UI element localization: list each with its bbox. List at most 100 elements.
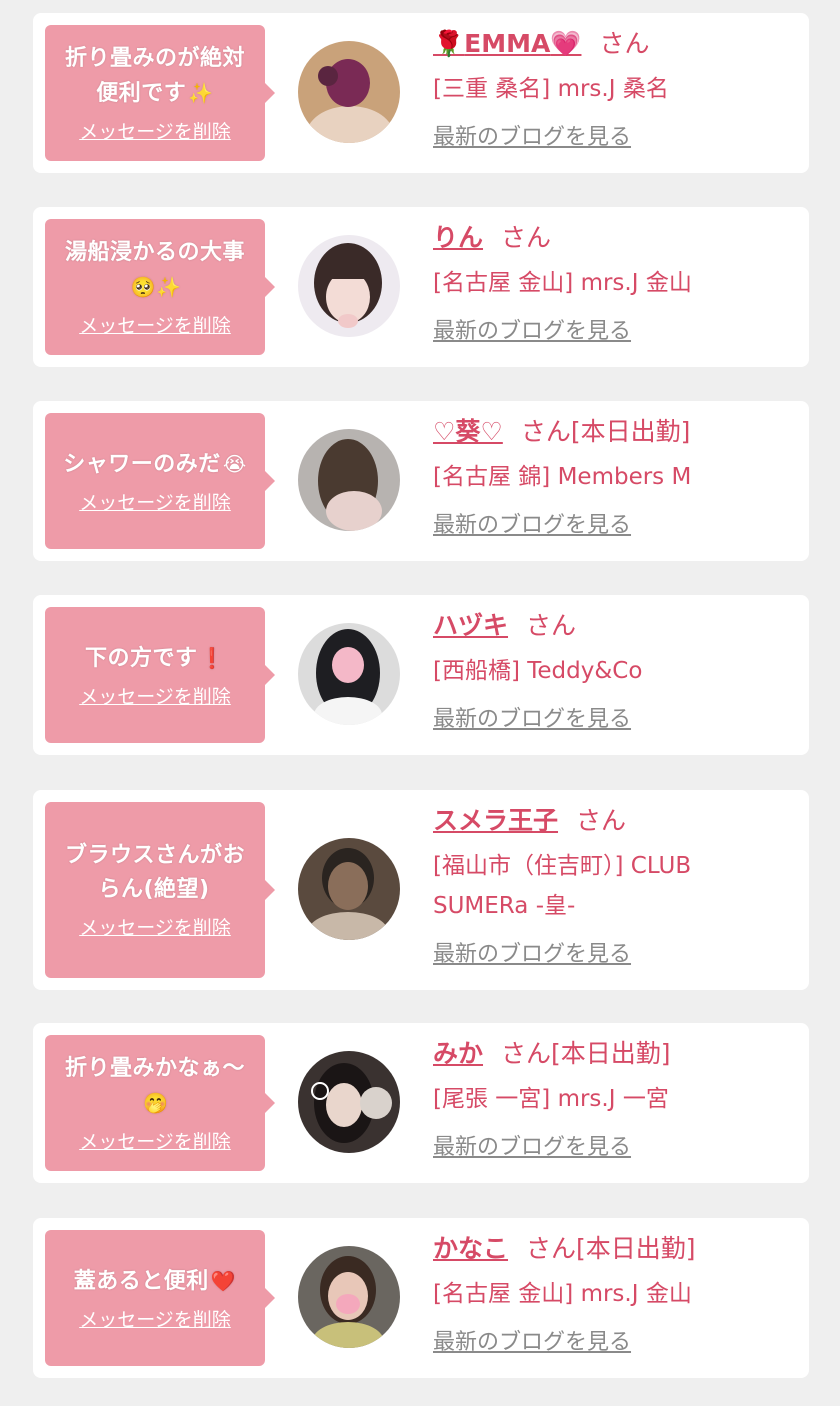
- latest-blog-link[interactable]: 最新のブログを見る: [433, 125, 631, 150]
- rose-emoji-icon: 🌹: [433, 29, 465, 58]
- message-bubble: ブラウスさんがおらん(絶望) メッセージを削除: [45, 802, 275, 978]
- shop-name: [名古屋 金山] mrs.J 金山: [433, 1281, 692, 1307]
- message-body: シャワーのみだ: [63, 451, 221, 477]
- avatar[interactable]: [298, 41, 400, 143]
- shop-name: [三重 桑名] mrs.J 桑名: [433, 76, 669, 102]
- avatar[interactable]: [298, 429, 400, 531]
- cast-card: ブラウスさんがおらん(絶望) メッセージを削除 スメラ王子 さん [福山市（住吉町…: [33, 790, 809, 990]
- honorific: さん: [501, 1039, 552, 1068]
- name-line: りん さん: [433, 221, 793, 255]
- cast-info: ハヅキ さん [西船橋] Teddy&Co 最新のブログを見る: [433, 609, 793, 735]
- cast-info: かなこ さん[本日出勤] [名古屋 金山] mrs.J 金山 最新のブログを見る: [433, 1232, 793, 1358]
- cast-name-link[interactable]: みか: [433, 1039, 483, 1068]
- attendance-status: [本日出勤]: [551, 1039, 671, 1068]
- cast-name-link[interactable]: スメラ王子: [433, 806, 558, 835]
- message-body: ブラウスさんがおらん(絶望): [64, 843, 245, 902]
- heart-emoji-icon: 💗: [550, 29, 582, 58]
- message-body: 湯船浸かるの大事: [64, 239, 245, 265]
- avatar[interactable]: [298, 838, 400, 940]
- shop-name: [名古屋 錦] Members M: [433, 464, 692, 490]
- delete-message-link[interactable]: メッセージを削除: [79, 490, 231, 516]
- cast-name-link[interactable]: りん: [433, 223, 483, 252]
- cast-info: みか さん[本日出勤] [尾張 一宮] mrs.J 一宮 最新のブログを見る: [433, 1037, 793, 1163]
- delete-message-link[interactable]: メッセージを削除: [79, 313, 231, 339]
- cast-name-link[interactable]: かなこ: [433, 1234, 508, 1263]
- honorific: さん: [520, 417, 571, 446]
- latest-blog-link[interactable]: 最新のブログを見る: [433, 319, 631, 344]
- message-bubble: 折り畳みかなぁ〜 🤭 メッセージを削除: [45, 1035, 275, 1171]
- message-bubble: 湯船浸かるの大事 🥺✨ メッセージを削除: [45, 219, 275, 355]
- honorific: さん: [501, 223, 552, 252]
- cast-name-link[interactable]: 🌹EMMA💗: [433, 29, 581, 58]
- honorific: さん: [599, 29, 650, 58]
- delete-message-link[interactable]: メッセージを削除: [79, 1129, 231, 1155]
- exclamation-emoji-icon: ❗: [199, 645, 225, 670]
- message-text: 湯船浸かるの大事 🥺✨: [55, 236, 255, 305]
- cast-name-link[interactable]: ♡葵♡: [433, 417, 503, 446]
- message-body: 蓋あると便利: [73, 1268, 209, 1294]
- avatar-image: [298, 235, 400, 337]
- crying-face-emoji-icon: 😭: [222, 451, 247, 476]
- message-body: 折り畳みかなぁ〜: [64, 1055, 245, 1081]
- cast-name-link[interactable]: ハヅキ: [433, 611, 508, 640]
- cast-card: 湯船浸かるの大事 🥺✨ メッセージを削除 りん さん [名古屋 金山] mrs.J …: [33, 207, 809, 367]
- message-text: 折り畳みのが絶対便利です ✨: [57, 42, 253, 111]
- message-bubble: 折り畳みのが絶対便利です ✨ メッセージを削除: [45, 25, 275, 161]
- avatar-image: [298, 1051, 400, 1153]
- message-body: 下の方です: [85, 645, 198, 671]
- latest-blog-link[interactable]: 最新のブログを見る: [433, 707, 631, 732]
- cast-info: 🌹EMMA💗 さん [三重 桑名] mrs.J 桑名 最新のブログを見る: [433, 27, 793, 153]
- name-line: スメラ王子 さん: [433, 804, 793, 838]
- delete-message-link[interactable]: メッセージを削除: [79, 915, 231, 941]
- cast-card: 折り畳みかなぁ〜 🤭 メッセージを削除 みか さん[本日出勤] [尾張 一宮] mr…: [33, 1023, 809, 1183]
- message-text: 下の方です ❗: [55, 641, 255, 676]
- cast-info: ♡葵♡ さん[本日出勤] [名古屋 錦] Members M 最新のブログを見る: [433, 415, 793, 541]
- latest-blog-link[interactable]: 最新のブログを見る: [433, 513, 631, 538]
- shop-name: [尾張 一宮] mrs.J 一宮: [433, 1086, 669, 1112]
- message-text: ブラウスさんがおらん(絶望): [55, 839, 255, 907]
- cast-card: シャワーのみだ 😭 メッセージを削除 ♡葵♡ さん[本日出勤] [名古屋 錦] Me…: [33, 401, 809, 561]
- avatar-image: [298, 623, 400, 725]
- message-text: 蓋あると便利 ❤️: [55, 1264, 255, 1299]
- avatar-image: [298, 1246, 400, 1348]
- delete-message-link[interactable]: メッセージを削除: [79, 684, 231, 710]
- delete-message-link[interactable]: メッセージを削除: [79, 119, 231, 145]
- delete-message-link[interactable]: メッセージを削除: [79, 1307, 231, 1333]
- message-body: 折り畳みのが絶対便利です: [64, 45, 245, 106]
- message-text: シャワーのみだ 😭: [50, 447, 260, 482]
- name-line: ♡葵♡ さん[本日出勤]: [433, 415, 793, 449]
- name-line: ハヅキ さん: [433, 609, 793, 643]
- avatar[interactable]: [298, 1051, 400, 1153]
- cast-card: 折り畳みのが絶対便利です ✨ メッセージを削除 🌹EMMA💗 さん [三重 桑名] …: [33, 13, 809, 173]
- message-text: 折り畳みかなぁ〜 🤭: [53, 1052, 258, 1121]
- heart-emoji-icon: ❤️: [210, 1268, 237, 1293]
- latest-blog-link[interactable]: 最新のブログを見る: [433, 1330, 631, 1355]
- pleading-face-emoji-icon: 🥺✨: [130, 274, 182, 299]
- shop-name: [名古屋 金山] mrs.J 金山: [433, 270, 692, 296]
- name-line: かなこ さん[本日出勤]: [433, 1232, 793, 1266]
- cast-card: 下の方です ❗ メッセージを削除 ハヅキ さん [西船橋] Teddy&Co 最新の…: [33, 595, 809, 755]
- latest-blog-link[interactable]: 最新のブログを見る: [433, 942, 631, 967]
- hand-over-mouth-emoji-icon: 🤭: [143, 1090, 169, 1115]
- cast-card: 蓋あると便利 ❤️ メッセージを削除 かなこ さん[本日出勤] [名古屋 金山] m…: [33, 1218, 809, 1378]
- name-line: 🌹EMMA💗 さん: [433, 27, 793, 61]
- avatar-image: [298, 41, 400, 143]
- name-line: みか さん[本日出勤]: [433, 1037, 793, 1071]
- message-bubble: 下の方です ❗ メッセージを削除: [45, 607, 275, 743]
- cast-info: りん さん [名古屋 金山] mrs.J 金山 最新のブログを見る: [433, 221, 793, 347]
- avatar[interactable]: [298, 1246, 400, 1348]
- attendance-status: [本日出勤]: [570, 417, 691, 446]
- shop-name: [西船橋] Teddy&Co: [433, 658, 643, 684]
- avatar[interactable]: [298, 623, 400, 725]
- cast-name: EMMA: [464, 29, 551, 58]
- message-bubble: シャワーのみだ 😭 メッセージを削除: [45, 413, 275, 549]
- honorific: さん: [576, 806, 627, 835]
- latest-blog-link[interactable]: 最新のブログを見る: [433, 1135, 631, 1160]
- attendance-status: [本日出勤]: [576, 1234, 696, 1263]
- avatar-image: [298, 838, 400, 940]
- honorific: さん: [526, 1234, 577, 1263]
- sparkle-emoji-icon: ✨: [188, 80, 214, 105]
- avatar[interactable]: [298, 235, 400, 337]
- honorific: さん: [526, 611, 577, 640]
- shop-name: [福山市（住吉町）] CLUB SUMERa -皇-: [433, 853, 692, 919]
